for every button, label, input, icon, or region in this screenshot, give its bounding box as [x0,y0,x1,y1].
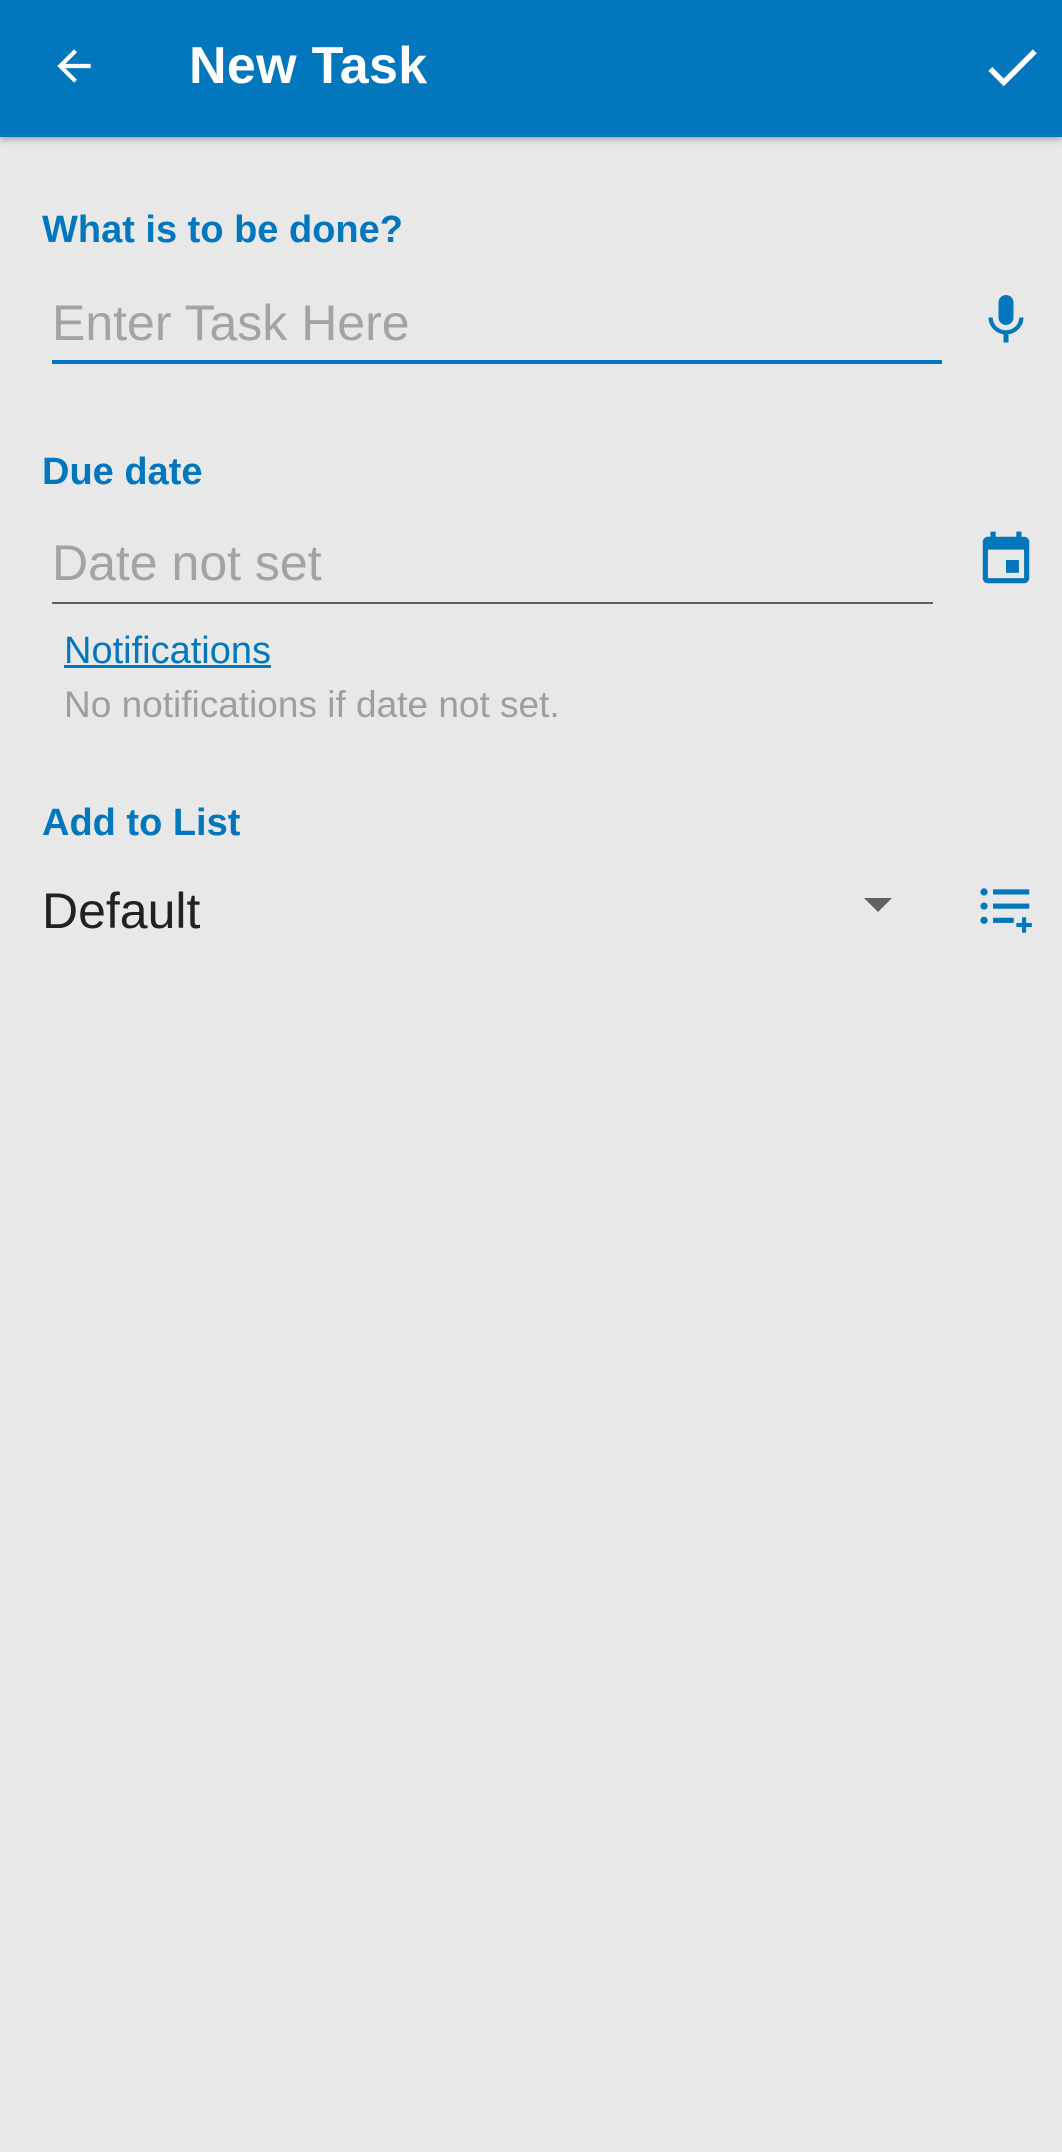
list-dropdown[interactable]: Default [42,872,892,952]
back-button[interactable] [32,24,116,108]
check-icon [988,49,1037,87]
task-label: What is to be done? [42,209,403,251]
save-button[interactable] [962,22,1062,112]
arrow-back-icon [57,49,91,83]
task-input[interactable]: Enter Task Here [52,280,942,364]
notifications-helper-text: No notifications if date not set. [64,684,560,725]
playlist-add-icon [980,888,1032,933]
microphone-icon [988,295,1024,343]
add-list-button[interactable] [966,870,1046,950]
voice-input-button[interactable] [966,280,1046,360]
calendar-button[interactable] [966,520,1046,600]
calendar-icon [982,531,1030,584]
task-input-placeholder: Enter Task Here [52,295,410,351]
due-date-placeholder: Date not set [52,535,322,591]
dropdown-arrow-icon [864,898,892,912]
page-title: New Task [189,37,428,95]
notifications-link[interactable]: Notifications [64,628,271,674]
app-bar: New Task [0,0,1062,137]
list-dropdown-value: Default [42,883,201,939]
due-date-input[interactable]: Date not set [52,520,933,604]
add-to-list-label: Add to List [42,802,241,844]
due-date-label: Due date [42,451,203,493]
